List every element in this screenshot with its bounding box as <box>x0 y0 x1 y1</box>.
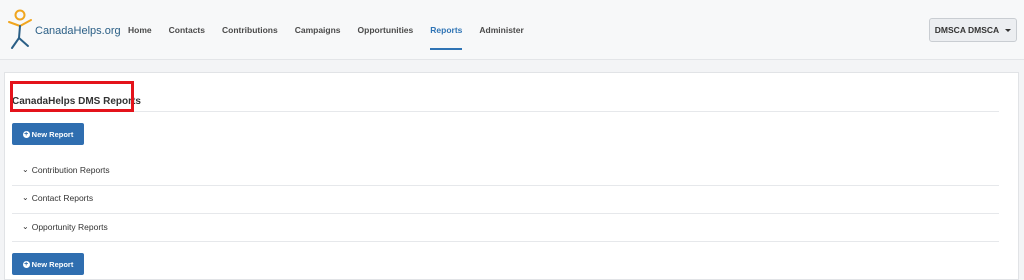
divider <box>12 241 999 242</box>
section-label: Contact Reports <box>31 193 94 203</box>
logo-text: CanadaHelps.org <box>35 25 121 37</box>
chevron-down-icon: ⌄ <box>22 221 29 231</box>
divider <box>12 185 999 186</box>
divider <box>12 111 999 112</box>
chevron-down-icon: ⌄ <box>22 192 29 202</box>
section-contribution-reports[interactable]: ⌄ Contribution Reports <box>22 162 110 178</box>
section-opportunity-reports[interactable]: ⌄ Opportunity Reports <box>22 219 108 235</box>
nav-contributions[interactable]: Contributions <box>222 0 278 60</box>
main-nav: Home Contacts Contributions Campaigns Op… <box>128 0 541 60</box>
canadahelps-figure-icon <box>8 9 32 49</box>
divider <box>12 213 999 214</box>
user-name: DMSCA DMSCA <box>934 25 1000 35</box>
chevron-down-icon: ⌄ <box>22 164 29 174</box>
new-report-button-top[interactable]: + New Report <box>12 123 84 145</box>
caret-down-icon <box>1005 28 1012 32</box>
nav-reports[interactable]: Reports <box>430 0 463 60</box>
section-label: Contribution Reports <box>31 165 110 175</box>
nav-opportunities[interactable]: Opportunities <box>358 0 414 60</box>
nav-administer[interactable]: Administer <box>479 0 523 60</box>
nav-contacts[interactable]: Contacts <box>169 0 205 60</box>
new-report-button-bottom[interactable]: + New Report <box>12 253 84 275</box>
section-label: Opportunity Reports <box>31 222 108 232</box>
plus-circle-icon: + <box>22 260 30 268</box>
highlight-box <box>10 81 134 112</box>
plus-circle-icon: + <box>22 130 30 138</box>
section-contact-reports[interactable]: ⌄ Contact Reports <box>22 190 93 206</box>
reports-panel: CanadaHelps DMS Reports + New Report ⌄ C… <box>4 72 1019 280</box>
nav-home[interactable]: Home <box>128 0 152 60</box>
user-menu-button[interactable]: DMSCA DMSCA <box>929 18 1017 42</box>
nav-campaigns[interactable]: Campaigns <box>295 0 341 60</box>
new-report-label: New Report <box>31 259 74 269</box>
brand-logo[interactable]: CanadaHelps.org <box>6 8 121 52</box>
top-navbar: CanadaHelps.org Home Contacts Contributi… <box>0 0 1024 60</box>
new-report-label: New Report <box>31 129 74 139</box>
